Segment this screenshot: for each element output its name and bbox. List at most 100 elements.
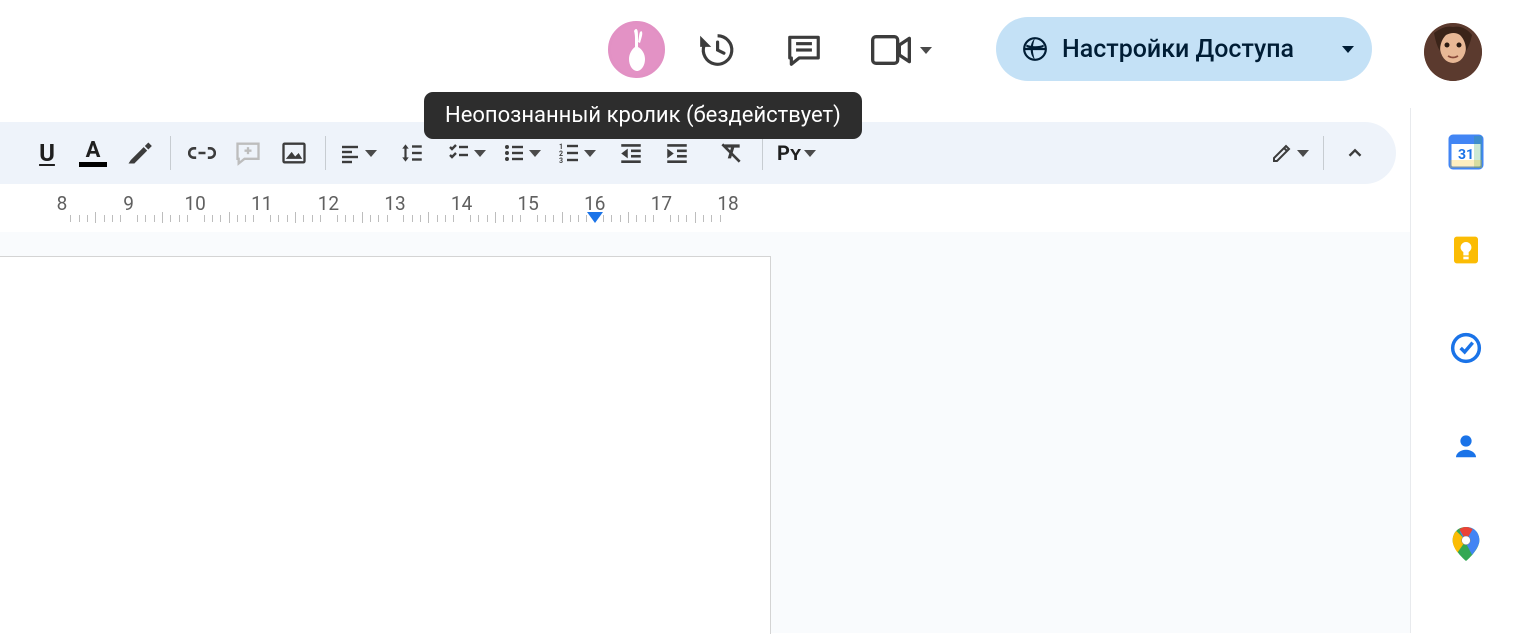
insert-image-button[interactable]: [271, 130, 317, 176]
ruler-tick: [204, 215, 205, 222]
ruler-tick: [628, 212, 629, 223]
ruler-tick: [362, 212, 363, 223]
calendar-app-button[interactable]: 31: [1448, 134, 1484, 170]
line-spacing-icon: [399, 140, 425, 166]
ruler-number: 12: [318, 192, 339, 215]
video-camera-icon: [871, 35, 911, 65]
toolbar-separator: [325, 136, 326, 170]
ruler-tick: [212, 215, 213, 222]
horizontal-ruler[interactable]: 89101112131415161718: [0, 192, 1410, 226]
header-bar: Настройки Доступа Неопознанный кролик (б…: [0, 0, 1520, 108]
meet-call-button[interactable]: [871, 24, 932, 76]
checklist-icon: [447, 141, 471, 165]
ruler-tick: [278, 215, 279, 222]
ruler-number: 8: [57, 192, 68, 215]
svg-text:31: 31: [1458, 147, 1474, 163]
ruler-tick: [653, 215, 654, 222]
document-page[interactable]: [0, 256, 771, 634]
ruler-tick: [703, 215, 704, 222]
ruler-tick: [179, 215, 180, 222]
ruler-tick: [245, 215, 246, 222]
ruler-tick: [645, 215, 646, 222]
toolbar-separator: [170, 136, 171, 170]
ruler-right-indent-marker[interactable]: [587, 212, 603, 223]
ruler-number: 15: [518, 192, 539, 215]
highlight-button[interactable]: [116, 130, 162, 176]
ruler-tick: [162, 212, 163, 223]
ruler-tick: [720, 215, 721, 222]
ruler-tick: [120, 215, 121, 222]
ruler-tick: [170, 215, 171, 222]
ruler-tick: [670, 215, 671, 222]
text-color-button[interactable]: A: [70, 130, 116, 176]
chevron-down-icon: [529, 150, 541, 157]
ruler-tick: [603, 215, 604, 222]
avatar-image: [1424, 23, 1482, 81]
share-button-label: Настройки Доступа: [1062, 35, 1294, 64]
ruler-tick: [79, 215, 80, 222]
ruler-tick: [611, 215, 612, 222]
chevron-down-icon: [1342, 46, 1354, 53]
share-button-divider: [1320, 17, 1321, 81]
bulleted-list-icon: [502, 141, 526, 165]
pencil-icon: [1270, 141, 1294, 165]
keep-app-button[interactable]: [1448, 232, 1484, 268]
insert-comment-button[interactable]: [225, 130, 271, 176]
ruler-tick: [562, 212, 563, 223]
ruler-tick: [537, 215, 538, 222]
insert-link-button[interactable]: [179, 130, 225, 176]
chevron-up-icon: [1344, 142, 1366, 164]
link-icon: [188, 139, 216, 167]
share-button[interactable]: Настройки Доступа: [996, 17, 1372, 81]
editing-mode-button[interactable]: [1264, 130, 1315, 176]
ruler-tick: [487, 215, 488, 222]
align-button[interactable]: [334, 130, 381, 176]
ruler-tick: [312, 215, 313, 222]
keep-icon: [1450, 234, 1482, 266]
input-tools-icon: Pʏ: [777, 141, 801, 166]
ruler-tick: [445, 215, 446, 222]
ruler-tick: [378, 215, 379, 222]
ruler-tick: [428, 212, 429, 223]
tasks-app-button[interactable]: [1448, 330, 1484, 366]
ruler-tick: [437, 215, 438, 222]
ruler-tick: [570, 215, 571, 222]
ruler-number: 14: [451, 192, 472, 215]
ruler-tick: [412, 215, 413, 222]
text-color-icon: A: [79, 140, 107, 167]
ruler-number: 9: [123, 192, 134, 215]
ruler-tick: [229, 212, 230, 223]
rabbit-icon: [623, 29, 651, 71]
collapse-toolbar-button[interactable]: [1332, 130, 1378, 176]
underline-button[interactable]: U: [24, 130, 70, 176]
ruler-tick: [87, 215, 88, 222]
contacts-app-button[interactable]: [1448, 428, 1484, 464]
increase-indent-icon: [664, 140, 690, 166]
add-comment-icon: [234, 139, 262, 167]
ruler-tick: [636, 215, 637, 222]
ruler-number: 13: [384, 192, 405, 215]
anonymous-user-tooltip: Неопознанный кролик (бездействует): [424, 92, 862, 139]
ruler-tick: [578, 215, 579, 222]
ruler-tick: [478, 215, 479, 222]
maps-app-button[interactable]: [1448, 526, 1484, 562]
maps-icon: [1451, 527, 1481, 561]
ruler-tick: [678, 215, 679, 222]
version-history-button[interactable]: [690, 24, 742, 76]
ruler-tick: [303, 215, 304, 222]
anonymous-collaborator-avatar[interactable]: [608, 21, 665, 78]
ruler-tick: [495, 212, 496, 223]
ruler-tick: [420, 215, 421, 222]
share-options-dropdown[interactable]: [1339, 46, 1372, 53]
ruler-number: 10: [185, 192, 206, 215]
clear-formatting-icon: [718, 140, 744, 166]
ruler-tick: [520, 215, 521, 222]
comments-button[interactable]: [778, 24, 830, 76]
ruler-tick: [320, 215, 321, 222]
ruler-tick: [287, 215, 288, 222]
history-icon: [697, 31, 735, 69]
ruler-tick: [237, 215, 238, 222]
ruler-tick: [503, 215, 504, 222]
account-avatar[interactable]: [1424, 23, 1482, 81]
ruler-tick: [337, 215, 338, 222]
